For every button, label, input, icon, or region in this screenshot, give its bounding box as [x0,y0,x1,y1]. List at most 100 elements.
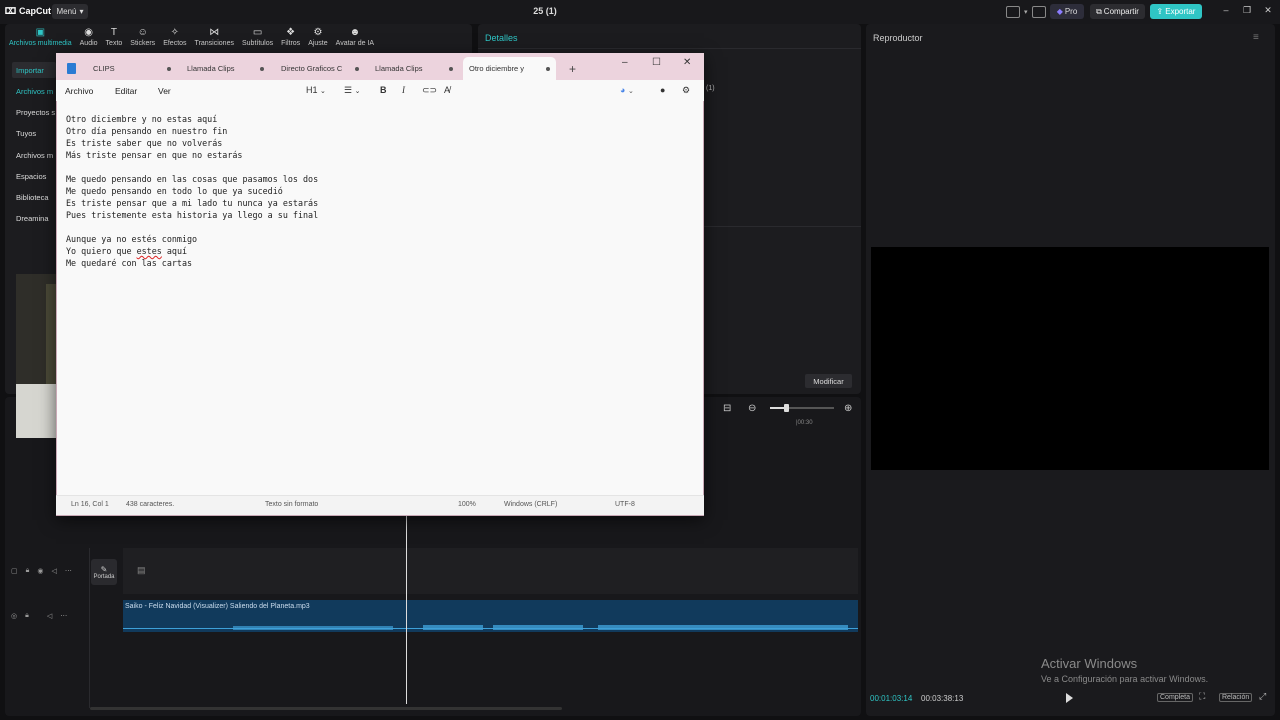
tool-adjust[interactable]: ⚙ Ajuste [304,24,331,52]
app-name: CapCut [19,5,51,16]
unsaved-dot-icon [167,66,171,71]
video-track[interactable] [123,548,858,594]
sidebar-item-import[interactable]: Importar [12,62,56,78]
playhead[interactable] [406,516,407,704]
sidebar-item-projects[interactable]: Proyectos s [12,104,56,120]
sidebar-item-library[interactable]: Biblioteca [12,189,56,205]
modify-button[interactable]: Modificar [805,374,852,388]
details-badge: (1) [706,85,715,92]
cover-button[interactable]: ✎ Portada [91,559,117,585]
film-icon: ▤ [137,565,146,575]
menu-label: Menú [56,7,77,16]
tool-avatar[interactable]: ☻ Avatar de IA [332,24,378,52]
layout-icon[interactable] [1006,6,1020,18]
media-icon: ▣ [35,27,46,38]
maximize-icon[interactable]: ☐ [652,57,661,68]
video-preview [871,247,1269,470]
tool-subtitles[interactable]: ▭ Subtítulos [238,24,277,52]
restore-icon[interactable]: ❐ [1240,5,1254,16]
notepad-tab[interactable]: CLIPS [87,57,177,80]
tab-label: Otro diciembre y [469,64,525,73]
notepad-tab-active[interactable]: Otro diciembre y [463,57,556,80]
sidebar-item-yours[interactable]: Tuyos [12,125,56,141]
heading-select[interactable]: H1 ⌄ [306,85,326,95]
video-track-controls: ▢ 🔒︎ ◉ ◁ ⋯ [11,567,72,575]
menu-button[interactable]: Menú ▾ [52,4,88,19]
tool-stickers[interactable]: ☺ Stickers [126,24,159,52]
status-format: Texto sin formato [265,501,319,508]
zoom-slider-handle[interactable] [784,404,789,412]
sidebar-item-media-2[interactable]: Archivos m [12,147,56,163]
track-type-icon: ▢ [11,568,18,575]
tool-filters[interactable]: ❖ Filtros [277,24,304,52]
account-icon[interactable]: ● [660,85,665,95]
capcut-logo-icon [5,7,16,14]
status-char-count: 438 caracteres. [126,501,175,508]
new-tab-icon[interactable]: + [569,62,576,76]
sidebar-item-media[interactable]: Archivos m [12,83,56,99]
bold-icon[interactable]: B [380,85,387,95]
tool-media[interactable]: ▣ Archivos multimedia [5,24,76,52]
minimize-icon[interactable]: – [622,57,628,68]
keyboard-icon[interactable] [1031,6,1046,18]
current-time: 00:01:03:14 [870,694,913,703]
more-icon[interactable]: ⋯ [60,612,67,620]
divider [89,548,90,708]
link-icon[interactable]: ⊂⊃ [422,85,437,96]
copilot-icon[interactable]: ◕ ⌄ [620,85,634,95]
export-button[interactable]: ⇪ Exportar [1150,4,1202,19]
export-icon: ⇪ [1156,7,1164,16]
italic-icon[interactable]: I [402,85,405,95]
fullscreen-icon[interactable]: ⤢ [1259,691,1266,702]
speaker-icon[interactable]: ◁ [51,567,56,575]
caption-icon[interactable]: ⊟ [723,403,731,414]
menu-icon[interactable]: ≡ [1253,32,1259,43]
tool-effects[interactable]: ✧ Efectos [159,24,190,52]
close-icon[interactable]: ✕ [683,57,691,68]
notepad-tab[interactable]: Directo Graficos C [275,57,365,80]
clear-format-icon[interactable]: A̸ [444,85,450,95]
sidebar-item-spaces[interactable]: Espacios [12,168,56,184]
notepad-tab[interactable]: Llamada Clips [369,57,459,80]
status-encoding: UTF-8 [615,501,635,508]
share-label: Compartir [1103,7,1139,16]
menu-edit[interactable]: Editar [115,86,137,96]
menu-file[interactable]: Archivo [65,86,93,96]
project-title: 25 (1) [533,6,557,16]
pro-button[interactable]: ◆ Pro [1050,4,1084,19]
tool-label: Audio [79,40,98,47]
notepad-text-area[interactable]: Otro diciembre y no estas aquí Otro día … [66,113,686,269]
close-icon[interactable]: ✕ [1261,5,1275,16]
zoom-out-icon[interactable]: ⊖ [748,403,756,414]
unsaved-dot-icon [260,66,264,71]
list-icon[interactable]: ☰ ⌄ [344,85,360,96]
chevron-down-icon[interactable]: ▾ [1024,8,1028,16]
lyrics-text: Otro diciembre y no estas aquí Otro día … [66,114,319,256]
chevron-down-icon: ⌄ [354,88,361,95]
speaker-icon[interactable]: ◁ [47,612,52,620]
share-button[interactable]: ⧉ Compartir [1090,4,1145,19]
zoom-in-icon[interactable]: ⊕ [844,403,852,414]
play-icon[interactable] [1066,693,1073,703]
tab-label: Directo Graficos C [281,64,343,73]
cover-label: Portada [93,573,115,580]
tool-transitions[interactable]: ⋈ Transiciones [191,24,238,52]
ratio-button[interactable]: Relación [1219,693,1253,702]
eye-icon[interactable]: ◉ [37,567,43,575]
transitions-icon: ⋈ [209,27,220,38]
tool-text[interactable]: T Texto [102,24,127,52]
tool-label: Archivos multimedia [9,40,72,47]
lock-icon[interactable]: 🔒︎ [25,612,29,620]
settings-icon[interactable]: ⚙ [682,85,690,96]
sidebar-item-dreamina[interactable]: Dreamina [12,210,56,226]
fit-icon[interactable]: ⛶ [1199,691,1205,702]
audio-track-icon: ◎ [11,613,18,620]
more-icon[interactable]: ⋯ [65,567,72,575]
notepad-tab[interactable]: Llamada Clips [181,57,270,80]
minimize-icon[interactable]: – [1219,5,1233,15]
complete-button[interactable]: Completa [1157,693,1193,702]
timeline-scrollbar[interactable] [90,707,562,710]
tool-audio[interactable]: ◉ Audio [76,24,102,52]
lock-icon[interactable]: 🔒︎ [26,567,30,575]
menu-view[interactable]: Ver [158,86,171,96]
